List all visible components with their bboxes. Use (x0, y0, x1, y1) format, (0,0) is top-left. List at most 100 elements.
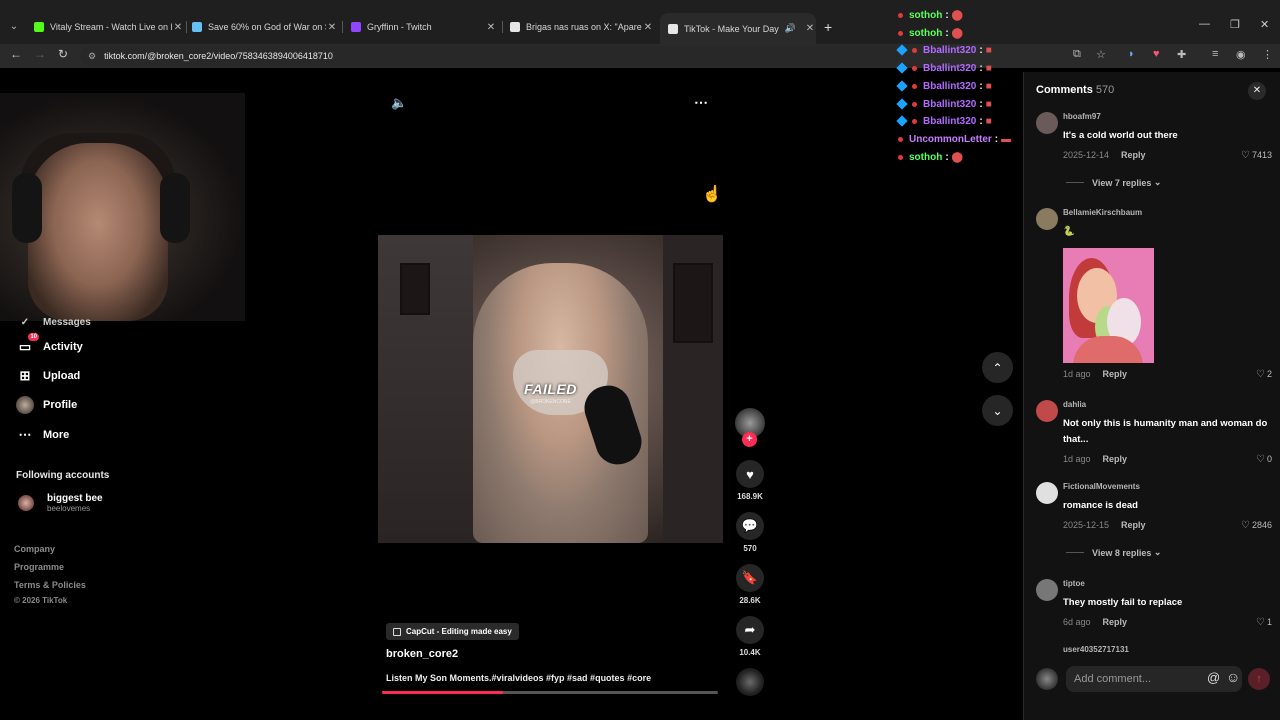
chat-username: Bballint320 (923, 80, 977, 92)
footer-link-company[interactable]: Company (14, 544, 55, 554)
close-comments-button[interactable]: ✕ (1248, 82, 1266, 100)
video-author[interactable]: broken_core2 (386, 648, 458, 660)
more-icon: ⋯ (18, 427, 32, 442)
chat-emote-icon: ▬ (1001, 133, 1012, 145)
extensions-puzzle-icon[interactable]: ✚ (1177, 48, 1186, 61)
profile-icon[interactable]: ◉ (1236, 48, 1246, 61)
sidebar-item-activity[interactable]: ▭ 10 Activity (16, 333, 83, 356)
comment-like-button[interactable]: ♡ 0 (1256, 454, 1272, 465)
address-bar[interactable]: ⚙ tiktok.com/@broken_core2/video/7583463… (80, 46, 900, 66)
sidebar-item-more[interactable]: ⋯ More (16, 426, 70, 444)
back-icon[interactable]: ← (10, 47, 22, 61)
chat-badge-icon (896, 115, 908, 127)
maximize-icon[interactable]: ❐ (1230, 18, 1240, 31)
chat-badge-icon (898, 154, 903, 160)
tab-search-icon[interactable]: ⌄ (6, 19, 22, 35)
sidebar-item-upload[interactable]: ⊞ Upload (16, 367, 81, 385)
following-accounts-heading: Following accounts (16, 470, 110, 481)
share-button[interactable]: ➦ 10.4K (735, 616, 765, 657)
chat-badge-icon (912, 47, 917, 53)
comment-like-button[interactable]: ♡ 1 (1256, 617, 1272, 628)
browser-menu-icon[interactable]: ⋮ (1262, 48, 1273, 61)
video-player[interactable]: FAILED @BROKENCORE (378, 235, 723, 543)
follow-plus-button[interactable]: + (742, 432, 757, 447)
footer-link-programme[interactable]: Programme (14, 562, 64, 572)
next-video-button[interactable]: ⌄ (982, 395, 1013, 426)
tab-audio-icon[interactable]: 🔊 (785, 23, 796, 34)
view-replies-button[interactable]: View 7 replies ⌄ (1066, 177, 1161, 188)
share-icon: ➦ (736, 616, 764, 644)
previous-video-button[interactable]: ⌃ (982, 352, 1013, 383)
tab-tiktok[interactable]: TikTok - Make Your Day 🔊 ✕ (660, 13, 816, 44)
chat-emote-icon: ■ (985, 115, 992, 127)
chat-badge-icon (896, 44, 908, 56)
tab-close-icon[interactable]: ✕ (326, 22, 338, 33)
chat-message: sothoh: ⬤ (898, 149, 963, 165)
tab-close-icon[interactable]: ✕ (485, 22, 497, 33)
avatar[interactable] (1036, 400, 1058, 422)
send-comment-button[interactable]: ↑ (1248, 668, 1270, 690)
chat-badge-icon (912, 101, 917, 107)
reply-button[interactable]: Reply (1103, 454, 1128, 464)
chat-message: UncommonLetter: ▬ (898, 131, 1011, 147)
volume-icon[interactable]: 🔈 (391, 95, 407, 111)
reply-button[interactable]: Reply (1103, 617, 1128, 627)
emoji-icon[interactable]: ☺ (1226, 669, 1240, 685)
avatar[interactable] (1036, 208, 1058, 230)
comment-like-button[interactable]: ♡ 7413 (1241, 150, 1272, 161)
video-caption-overlay: FAILED (524, 381, 577, 397)
more-options-icon[interactable]: ⋯ (694, 94, 708, 111)
extension-icon[interactable]: ◗ (1128, 48, 1135, 60)
comment-input-row: @ ☺ ↑ (1036, 666, 1272, 692)
view-replies-button[interactable]: View 8 replies ⌄ (1066, 547, 1161, 558)
site-info-icon[interactable]: ⚙ (88, 51, 96, 62)
install-app-icon[interactable]: ⧉ (1073, 48, 1081, 61)
tab-twitch[interactable]: Gryffinn - Twitch ✕ (351, 17, 497, 37)
tab-close-icon[interactable]: ✕ (642, 22, 654, 33)
comment-like-button[interactable]: ♡ 2846 (1241, 520, 1272, 531)
mouse-cursor-icon: ☝ (702, 186, 722, 203)
reload-icon[interactable]: ↻ (58, 47, 68, 61)
like-button[interactable]: ♥ 168.9K (735, 460, 765, 501)
tab-steam[interactable]: Save 60% on God of War on St ✕ (192, 17, 338, 37)
comment-sticker-image[interactable] (1063, 248, 1154, 363)
bookmark-star-icon[interactable]: ☆ (1096, 48, 1106, 61)
music-disc-icon[interactable] (736, 668, 764, 696)
chat-message: Bballint320: ■ (896, 78, 992, 94)
avatar[interactable] (1036, 579, 1058, 601)
kick-favicon-icon (34, 22, 44, 32)
forward-icon[interactable]: → (34, 47, 46, 61)
new-tab-button[interactable]: + (824, 19, 832, 35)
capcut-tag[interactable]: CapCut - Editing made easy (386, 623, 519, 640)
chat-emote-icon: ■ (985, 80, 992, 92)
avatar[interactable] (1036, 482, 1058, 504)
mention-icon[interactable]: @ (1207, 670, 1220, 685)
comment-button[interactable]: 💬 570 (735, 512, 765, 553)
close-window-icon[interactable]: ✕ (1260, 18, 1269, 31)
activity-badge: 10 (28, 333, 39, 341)
video-watermark: @BROKENCORE (530, 399, 571, 405)
video-progress-bar[interactable] (382, 691, 718, 694)
tab-close-icon[interactable]: ✕ (804, 23, 816, 34)
reply-button[interactable]: Reply (1121, 520, 1146, 530)
media-control-icon[interactable]: ≡ (1212, 48, 1218, 60)
minimize-icon[interactable]: — (1199, 18, 1210, 30)
sidebar-item-messages[interactable]: ✓ Messages (16, 313, 91, 331)
reply-button[interactable]: Reply (1121, 150, 1146, 160)
footer-link-terms[interactable]: Terms & Policies (14, 580, 86, 590)
chat-emote-icon: ■ (985, 44, 992, 56)
chat-username: sothoh (909, 151, 943, 163)
comments-header: Comments 570 (1036, 84, 1115, 96)
reply-button[interactable]: Reply (1103, 369, 1128, 379)
chat-username: sothoh (909, 27, 943, 39)
tab-close-icon[interactable]: ✕ (172, 22, 184, 33)
tab-kick[interactable]: Vitaly Stream - Watch Live on K ✕ (34, 17, 184, 37)
avatar[interactable] (1036, 112, 1058, 134)
extension-icon[interactable]: ♥ (1153, 48, 1160, 60)
following-account-item[interactable]: biggest bee beelovemes (18, 493, 103, 513)
tab-x[interactable]: Brigas nas ruas on X: "Aparente ✕ (510, 17, 654, 37)
sidebar-item-profile[interactable]: Profile (16, 396, 77, 414)
comment-like-button[interactable]: ♡ 2 (1256, 369, 1272, 380)
save-button[interactable]: 🔖 28.6K (735, 564, 765, 605)
heart-icon: ♡ (1256, 454, 1265, 465)
